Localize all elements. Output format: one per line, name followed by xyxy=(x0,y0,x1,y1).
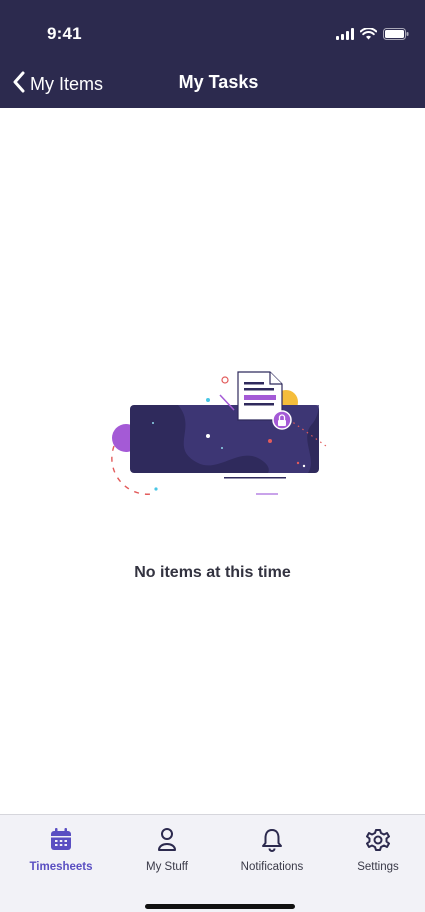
tab-bar: Timesheets My Stuff Notifications Settin… xyxy=(0,814,425,912)
wifi-icon xyxy=(359,27,378,45)
bell-icon xyxy=(222,827,322,855)
status-icons xyxy=(336,27,409,45)
tab-label-timesheets: Timesheets xyxy=(29,861,93,873)
home-indicator xyxy=(145,904,295,909)
calendar-icon xyxy=(11,827,111,855)
back-label: My Items xyxy=(30,73,104,94)
empty-state-message: No items at this time xyxy=(134,564,291,581)
signal-icon xyxy=(336,27,354,45)
person-icon xyxy=(117,827,217,855)
tab-label-notifications: Notifications xyxy=(240,861,304,873)
battery-icon xyxy=(383,27,409,45)
status-time: 9:41 xyxy=(47,24,82,43)
tab-label-settings: Settings xyxy=(357,861,399,873)
tab-my-stuff[interactable]: My Stuff xyxy=(117,827,217,879)
chevron-left-icon xyxy=(12,71,26,98)
navigation-bar: My Items My Tasks xyxy=(0,70,425,98)
top-bar: 9:41 My Items My Tasks xyxy=(0,0,425,108)
page-title: My Tasks xyxy=(178,72,259,92)
tab-settings[interactable]: Settings xyxy=(328,827,425,879)
main-content: No items at this time xyxy=(0,108,425,814)
tab-timesheets[interactable]: Timesheets xyxy=(11,827,111,879)
tab-notifications[interactable]: Notifications xyxy=(222,827,322,879)
empty-tasks-illustration xyxy=(108,368,330,508)
gear-icon xyxy=(328,827,425,855)
tab-label-my-stuff: My Stuff xyxy=(146,861,188,873)
back-button[interactable]: My Items xyxy=(12,70,103,98)
